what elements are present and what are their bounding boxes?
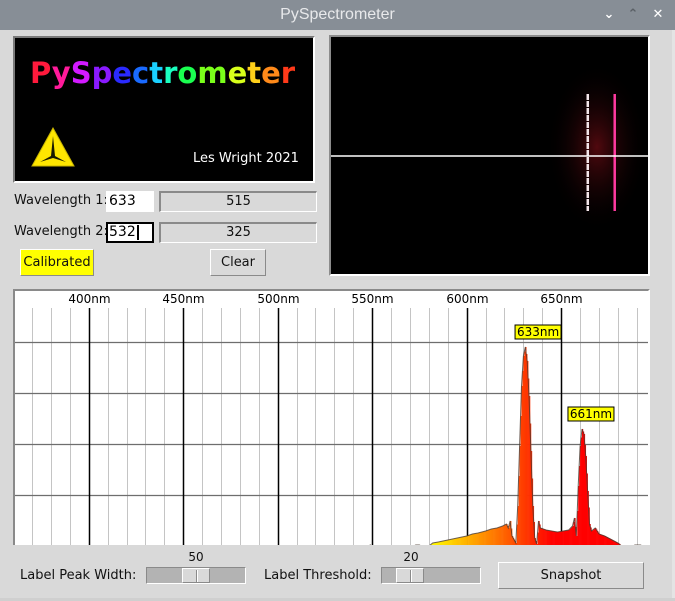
wavelength1-pixel: 515 (159, 191, 317, 212)
camera-preview (329, 35, 650, 276)
peak-label: 661nm (570, 407, 612, 421)
window-title: PySpectrometer (280, 6, 395, 23)
wavelength2-value: 532 (109, 224, 136, 240)
wavelength2-input[interactable]: 532 (106, 222, 154, 243)
logo-letter: t (247, 56, 262, 90)
peak-label: 633nm (517, 325, 559, 339)
maximize-icon[interactable]: ⌃ (625, 7, 641, 23)
camera-image (331, 62, 648, 232)
logo-letter: r (280, 56, 296, 90)
threshold-value: 20 (403, 550, 419, 564)
logo-letter: e (227, 56, 248, 90)
spectrum-glow (547, 62, 647, 232)
tick-label: 600nm (446, 292, 488, 306)
snapshot-button[interactable]: Snapshot (498, 562, 644, 589)
wavelength1-input[interactable]: 633 (106, 191, 154, 212)
peak-width-slider-thumb[interactable] (182, 568, 210, 583)
logo-credit: Les Wright 2021 (193, 151, 299, 166)
threshold-slider-thumb[interactable] (396, 568, 424, 583)
spectrum-outline (369, 346, 642, 545)
logo-letter: e (112, 56, 133, 90)
logo-letter: o (177, 56, 198, 90)
logo-letter: t (149, 56, 164, 90)
triangle-logo-icon (31, 126, 75, 167)
minimize-icon[interactable]: ⌄ (601, 7, 617, 23)
text-caret (136, 224, 139, 240)
tick-label: 650nm (540, 292, 582, 306)
clear-button[interactable]: Clear (210, 249, 266, 276)
tick-label: 550nm (351, 292, 393, 306)
tick-label: 500nm (257, 292, 299, 306)
close-icon[interactable]: ✕ (650, 7, 666, 23)
threshold-label: Label Threshold: (264, 568, 372, 583)
title-bar[interactable]: PySpectrometer ⌄ ⌃ ✕ (0, 0, 675, 30)
threshold-slider[interactable] (381, 567, 481, 584)
logo-letter: S (70, 56, 92, 90)
spectrum-graph: 400nm 450nm 500nm 550nm 600nm 650nm 633nm 661nm (13, 289, 650, 545)
logo-letter: m (197, 56, 228, 90)
logo-letter: P (30, 56, 52, 90)
tick-label: 450nm (162, 292, 204, 306)
peak-width-label: Label Peak Width: (20, 568, 137, 583)
wavelength2-pixel: 325 (159, 222, 317, 243)
logo-letter: y (51, 56, 71, 90)
peak-width-slider[interactable] (146, 567, 246, 584)
calibrated-button[interactable]: Calibrated (20, 249, 94, 276)
peak-width-value: 50 (188, 550, 204, 564)
logo-letter: r (163, 56, 178, 90)
logo-panel: PySpectrometer Les Wright 2021 (13, 36, 315, 183)
logo-letter: c (132, 56, 150, 90)
logo-title: PySpectrometer (30, 56, 295, 90)
wavelength1-label: Wavelength 1: (14, 193, 108, 208)
logo-letter: e (261, 56, 281, 90)
logo-letter: p (91, 56, 113, 90)
spectrum-chart: 400nm 450nm 500nm 550nm 600nm 650nm 633nm 661nm (15, 292, 648, 545)
wavelength2-label: Wavelength 2: (14, 224, 108, 239)
tick-label: 400nm (68, 292, 110, 306)
